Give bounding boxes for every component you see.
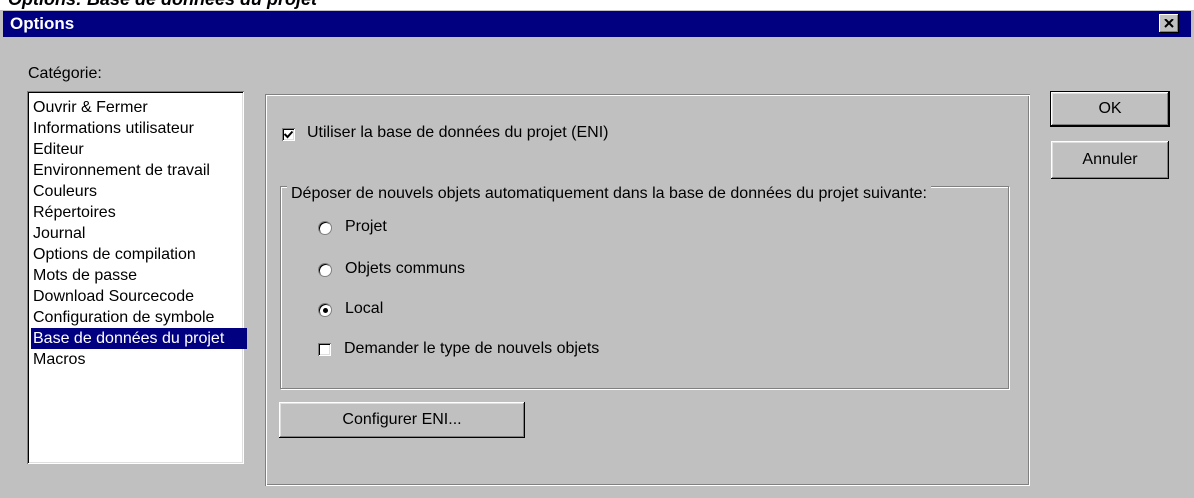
category-listbox[interactable]: Ouvrir & Fermer Informations utilisateur… — [27, 91, 247, 464]
clipped-caption: Options: Base de données du projet — [8, 0, 317, 10]
close-icon — [1164, 19, 1174, 28]
radio-selected-dot — [322, 307, 328, 313]
category-item-macros[interactable]: Macros — [33, 349, 85, 370]
configure-eni-label: Configurer ENI... — [342, 411, 462, 428]
category-item-log[interactable]: Journal — [33, 223, 85, 244]
category-item-user-info[interactable]: Informations utilisateur — [33, 118, 194, 139]
category-item-work-environment[interactable]: Environnement de travail — [33, 160, 210, 181]
dialog-title: Options — [10, 14, 75, 33]
radio-local[interactable] — [318, 303, 332, 317]
radio-projet-label: Projet — [345, 218, 387, 235]
cancel-label: Annuler — [1082, 151, 1138, 168]
ok-label: OK — [1098, 100, 1122, 117]
category-item-symbol-config[interactable]: Configuration de symbole — [33, 307, 214, 328]
radio-objets-communs-label: Objets communs — [345, 260, 466, 277]
ask-type-label: Demander le type de nouvels objets — [344, 340, 600, 357]
check-mark-icon — [284, 130, 293, 139]
category-item-open-close[interactable]: Ouvrir & Fermer — [33, 97, 148, 118]
category-label: Catégorie: — [28, 65, 102, 82]
radio-projet[interactable] — [318, 221, 332, 235]
radio-local-label: Local — [345, 300, 384, 317]
storage-group-title: Déposer de nouvels objets automatiquemen… — [287, 185, 931, 203]
category-item-build-options[interactable]: Options de compilation — [33, 244, 196, 265]
category-item-passwords[interactable]: Mots de passe — [33, 265, 137, 286]
title-bar — [3, 11, 1191, 37]
category-item-download-sourcecode[interactable]: Download Sourcecode — [33, 286, 194, 307]
cancel-button[interactable]: Annuler — [1051, 141, 1169, 179]
ok-button[interactable]: OK — [1051, 92, 1169, 126]
clipped-caption-strip: Options: Base de données du projet — [0, 0, 1194, 10]
category-item-project-database[interactable]: Base de données du projet — [31, 328, 247, 349]
category-item-editor[interactable]: Editeur — [33, 139, 84, 160]
use-eni-checkbox[interactable] — [282, 128, 295, 141]
storage-groupbox — [280, 186, 1009, 389]
category-item-directories[interactable]: Répertoires — [33, 202, 116, 223]
close-button[interactable] — [1159, 14, 1179, 33]
ask-type-checkbox[interactable] — [318, 343, 331, 356]
category-item-colors[interactable]: Couleurs — [33, 181, 97, 202]
use-eni-label: Utiliser la base de données du projet (E… — [307, 124, 609, 141]
radio-objets-communs[interactable] — [318, 263, 332, 277]
configure-eni-button[interactable]: Configurer ENI... — [279, 402, 525, 438]
